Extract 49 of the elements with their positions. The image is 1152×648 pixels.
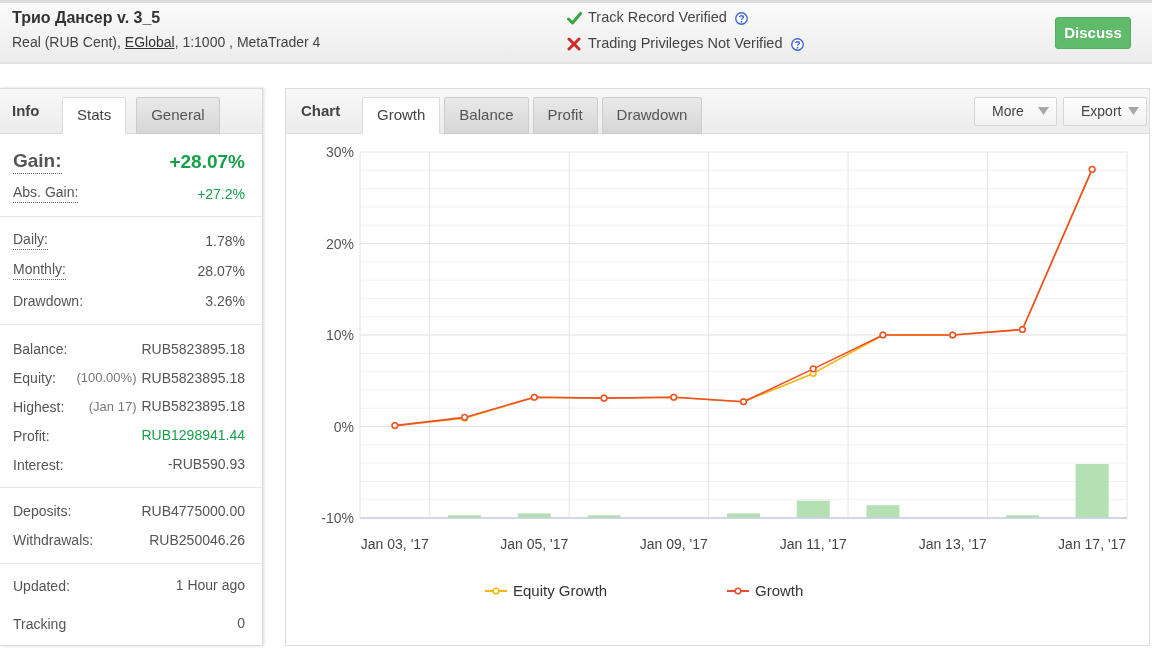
stat-value: +28.07%: [169, 150, 245, 175]
y-axis-label: 20%: [325, 235, 354, 252]
stat-label: Monthly:: [13, 262, 66, 280]
stat-value: 1.78%: [205, 231, 245, 251]
stat-label: Daily:: [13, 232, 48, 250]
legend-label: Growth: [755, 581, 804, 601]
stat-label: Highest:: [13, 400, 65, 414]
stat-label: Profit:: [13, 428, 50, 443]
stat-label: Withdrawals:: [13, 533, 94, 548]
stat-label: Updated:: [13, 579, 70, 593]
stat-value: RUB4775000.00: [141, 502, 245, 521]
stat-value: 28.07%: [197, 261, 245, 281]
verification-label: Trading Privileges Not Verified: [588, 34, 783, 54]
stat-value: RUB1298941.44: [141, 426, 245, 446]
stat-value: RUB250046.26: [149, 531, 245, 550]
panel-heading: Info: [12, 100, 41, 121]
stat-value: 3.26%: [205, 291, 245, 311]
x-axis-label: Jan 13, '17: [918, 536, 987, 552]
account-title: Трио Дансер v. 3_5: [12, 8, 162, 28]
y-axis-label: 10%: [325, 327, 354, 343]
stat-label: Interest:: [13, 457, 64, 472]
account-summary: Real (RUB Cent), EGlobal, 1:1000 , MetaTrader 4: [12, 33, 322, 51]
y-axis-label: -10%: [321, 510, 354, 526]
stat-value: 0: [237, 614, 245, 634]
legend-label: Equity Growth: [513, 581, 608, 601]
verification-label: Track Record Verified: [588, 8, 727, 28]
stat-label: Balance:: [13, 342, 68, 357]
stat-value: RUB5823895.18: [141, 397, 245, 417]
y-axis-label: 30%: [325, 144, 354, 160]
stat-value: 1 Hour ago: [175, 576, 245, 596]
y-axis-label: 0%: [333, 418, 354, 435]
stat-label: Deposits:: [13, 504, 72, 519]
stat-label: Drawdown:: [13, 294, 84, 308]
stat-label: Equity:: [13, 371, 56, 386]
stat-value: -RUB590.93: [167, 455, 245, 475]
x-axis-label: Jan 03, '17: [360, 536, 429, 552]
x-axis-label: Jan 11, '17: [779, 536, 847, 552]
x-axis-label: Jan 05, '17: [500, 536, 569, 552]
stat-note: (Jan 17): [88, 398, 137, 417]
stat-label: Tracking: [13, 617, 67, 631]
stat-value: RUB5823895.18: [141, 339, 245, 359]
panel-heading: Chart: [301, 100, 342, 121]
stat-note: (100.00%): [76, 369, 137, 388]
stat-label: Abs. Gain:: [13, 185, 79, 203]
stat-label: Gain:: [13, 151, 62, 174]
x-axis-label: Jan 17, '17: [1058, 536, 1127, 552]
stat-value: RUB5823895.18: [141, 368, 245, 388]
stat-value: +27.2%: [197, 184, 245, 204]
x-axis-label: Jan 09, '17: [639, 536, 708, 552]
